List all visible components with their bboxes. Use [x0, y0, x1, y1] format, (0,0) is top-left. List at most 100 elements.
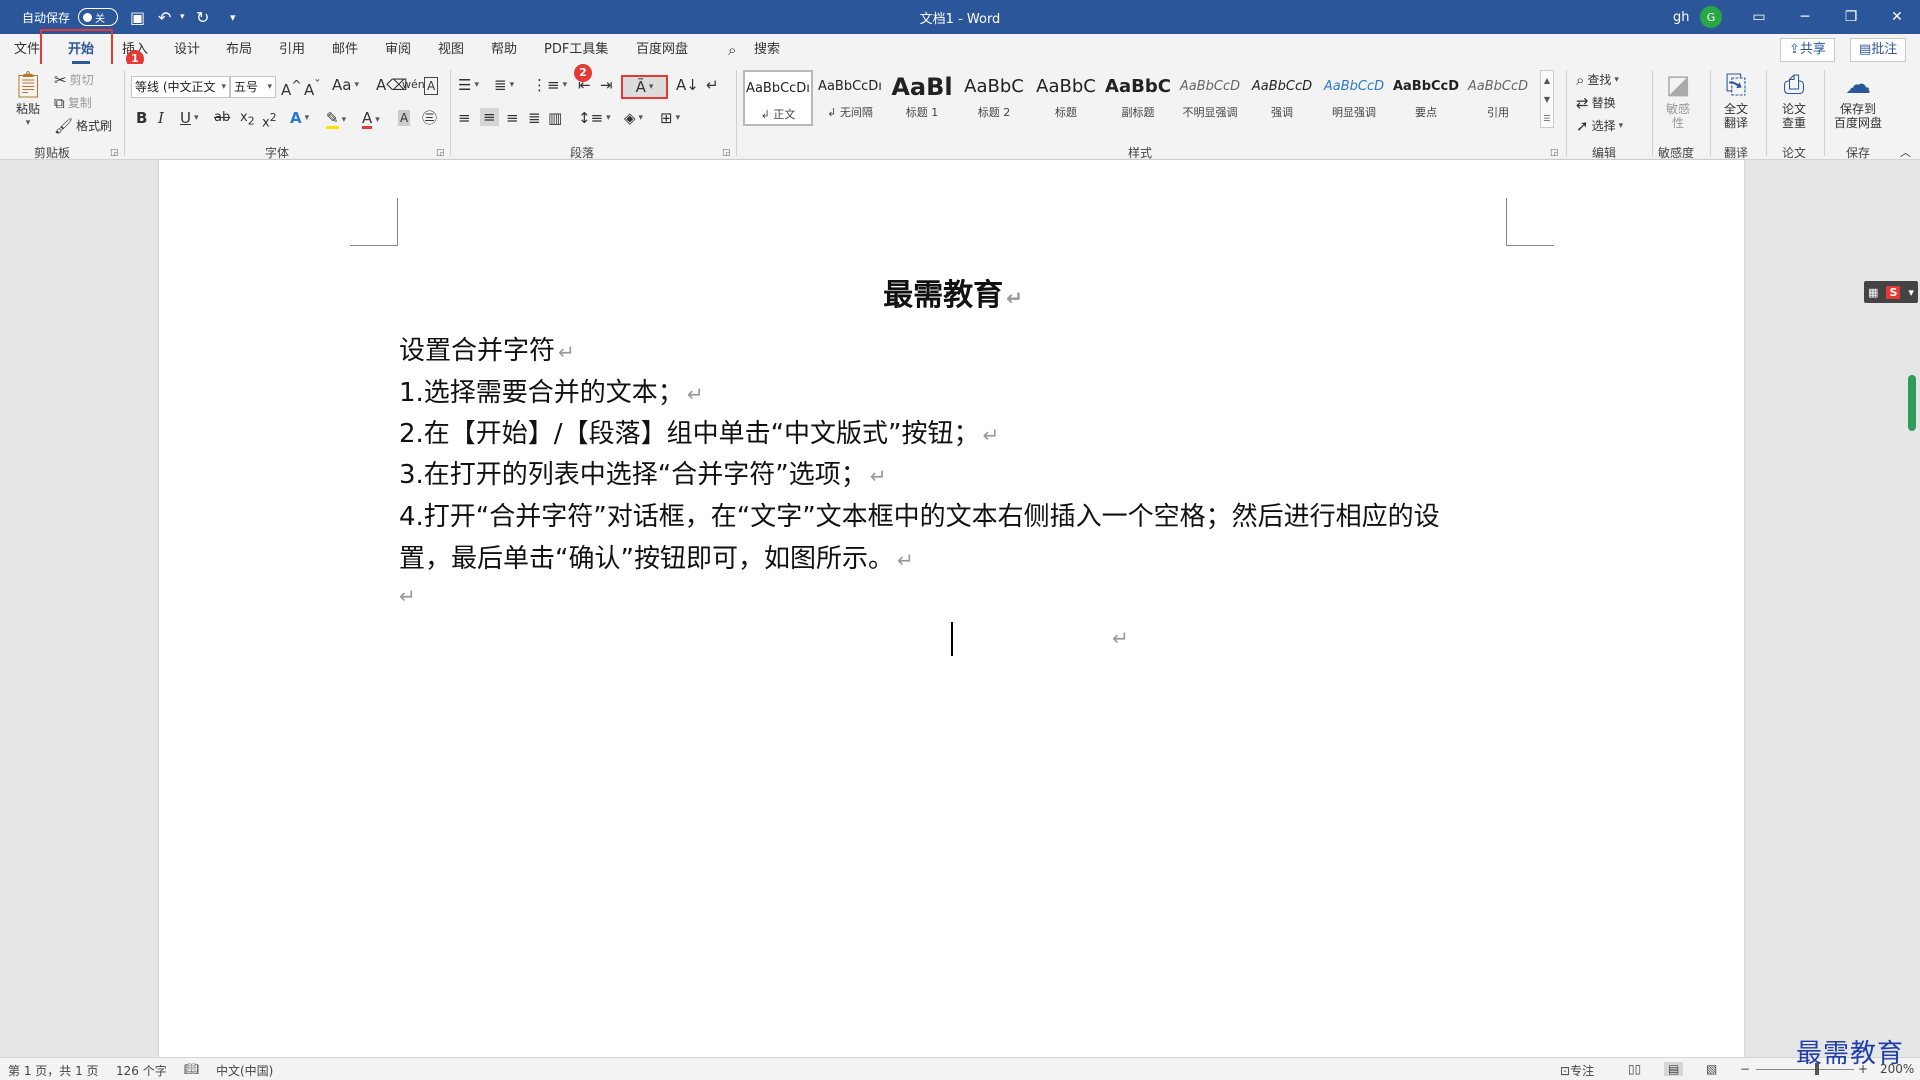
page-count[interactable]: 第 1 页，共 1 页 [8, 1062, 99, 1079]
web-layout-icon[interactable]: ▧ [1706, 1062, 1717, 1076]
autosave-toggle[interactable]: 关 [78, 8, 118, 26]
copy-button[interactable]: ⧉ 复制 [54, 94, 92, 111]
save-to-baidu-button[interactable]: ☁ 保存到 百度网盘 [1828, 68, 1888, 130]
collapse-ribbon-icon[interactable]: ︿ [1900, 144, 1911, 160]
sort-button[interactable]: A↓ [676, 77, 699, 93]
tab-baidu-netdisk[interactable]: 百度网盘 [636, 38, 688, 62]
style-heading-2[interactable]: AaBbC 标题 2 [959, 70, 1029, 126]
search-icon[interactable]: ⌕ [728, 38, 736, 62]
read-mode-icon[interactable]: ▯▯ [1628, 1062, 1641, 1076]
increase-indent-button[interactable]: ⇥ [600, 77, 613, 93]
proofing-icon[interactable]: 📖︎ [184, 1062, 199, 1076]
asian-layout-button[interactable]: Ã ▾ [621, 75, 668, 99]
shading-button[interactable]: ◈ ▾ [624, 110, 643, 126]
strikethrough-button[interactable]: ab [214, 110, 230, 126]
text-effects-button[interactable]: A ▾ [290, 110, 309, 126]
bullets-button[interactable]: ☰ ▾ [458, 77, 479, 93]
align-center-button[interactable]: ≡ [480, 108, 499, 126]
line-spacing-button[interactable]: ↕≡ ▾ [578, 110, 611, 126]
style-title[interactable]: AaBbC 标题 [1031, 70, 1101, 126]
shrink-font-button[interactable]: Aˇ [304, 77, 321, 98]
underline-button[interactable]: U ▾ [180, 110, 199, 126]
centered-empty-paragraph[interactable]: ↵ [1112, 622, 1129, 652]
redo-icon[interactable]: ↻ [196, 0, 209, 34]
multilevel-list-button[interactable]: ⋮≡ ▾ [532, 77, 567, 93]
empty-paragraph[interactable]: ↵ [399, 580, 416, 610]
language-indicator[interactable]: 中文(中国) [216, 1062, 273, 1079]
focus-mode-button[interactable]: ⊡专注 [1560, 1062, 1594, 1079]
close-button[interactable]: ✕ [1874, 0, 1920, 34]
style-subtitle[interactable]: AaBbC 副标题 [1103, 70, 1173, 126]
align-right-button[interactable]: ≡ [506, 110, 519, 126]
highlight-color-button[interactable]: ✎ ▾ [326, 110, 346, 129]
italic-button[interactable]: I [158, 110, 164, 126]
borders-button[interactable]: ⊞ ▾ [660, 110, 680, 126]
share-button[interactable]: ⇪共享 [1780, 38, 1835, 62]
cut-button[interactable]: ✂ 剪切 [54, 71, 94, 88]
paragraph-1[interactable]: 设置合并字符 ↵ [399, 330, 575, 367]
font-size-combo[interactable]: 五号 ▾ [230, 76, 276, 98]
format-painter-button[interactable]: 🖌︎ 格式刷 [54, 117, 112, 134]
subscript-button[interactable]: x2 [240, 110, 255, 130]
style-intense-emphasis[interactable]: AaBbCcD 明显强调 [1319, 70, 1389, 126]
minimize-button[interactable]: ─ [1782, 0, 1828, 34]
find-button[interactable]: ⌕ 查找 ▾ [1576, 71, 1619, 88]
style-subtle-emphasis[interactable]: AaBbCcD 不明显强调 [1175, 70, 1245, 126]
font-color-button[interactable]: A ▾ [362, 110, 380, 129]
paragraph-3[interactable]: 2.在【开始】/【段落】组中单击“中文版式”按钮； ↵ [399, 413, 999, 450]
restore-button[interactable]: ❐ [1828, 0, 1874, 34]
paste-button[interactable]: 📋︎ 粘贴 ▾ [4, 68, 52, 130]
comments-button[interactable]: ▤批注 [1850, 38, 1907, 62]
styles-launcher-icon[interactable]: ◲ [1550, 148, 1559, 158]
character-shading-button[interactable]: A [398, 110, 411, 126]
bold-button[interactable]: B [136, 110, 147, 126]
align-left-button[interactable]: ≡ [458, 110, 471, 126]
tab-pdf-tools[interactable]: PDF工具集 [544, 38, 608, 62]
paragraph-2[interactable]: 1.选择需要合并的文本； ↵ [399, 372, 704, 409]
chevron-up-icon[interactable]: ▲ [1541, 71, 1553, 90]
distributed-button[interactable]: ▥ [548, 110, 562, 126]
paragraph-5-line-1[interactable]: 4.打开“合并字符”对话框，在“文字”文本框中的文本右侧插入一个空格；然后进行相… [399, 496, 1440, 533]
show-formatting-marks-button[interactable]: ↵ [706, 77, 719, 93]
clipboard-launcher-icon[interactable]: ◲ [110, 148, 119, 158]
search-label[interactable]: 搜索 [754, 38, 780, 62]
style-strong[interactable]: AaBbCcD 要点 [1391, 70, 1461, 126]
document-page[interactable]: 最需教育 ↵ 设置合并字符 ↵ 1.选择需要合并的文本； ↵ 2.在【开始】/【段落】… [159, 160, 1744, 1057]
grow-font-button[interactable]: A^ [281, 77, 302, 98]
font-name-combo[interactable]: 等线 (中文正文 ▾ [131, 76, 230, 98]
replace-button[interactable]: ⇄ 替换 [1576, 94, 1616, 111]
tab-help[interactable]: 帮助 [491, 38, 517, 62]
font-launcher-icon[interactable]: ◲ [436, 148, 445, 158]
word-count[interactable]: 126 个字 [116, 1062, 167, 1079]
avatar[interactable]: G [1700, 6, 1722, 28]
sogou-ime-icon[interactable]: S [1886, 285, 1901, 299]
tab-layout[interactable]: 布局 [226, 38, 252, 62]
more-icon[interactable]: ☰ [1541, 109, 1553, 128]
sensitivity-button[interactable]: ◪ 敏感性 [1652, 68, 1704, 130]
numbering-button[interactable]: ≣ ▾ [494, 77, 514, 93]
user-name[interactable]: gh [1673, 0, 1690, 34]
superscript-button[interactable]: x2 [262, 110, 277, 131]
ime-menu-icon[interactable]: ▾ [1908, 286, 1914, 299]
tab-design[interactable]: 设计 [174, 38, 200, 62]
document-area[interactable]: 最需教育 ↵ 设置合并字符 ↵ 1.选择需要合并的文本； ↵ 2.在【开始】/【段落】… [0, 160, 1920, 1057]
paragraph-5-line-2[interactable]: 置，最后单击“确认”按钮即可，如图所示。 ↵ [399, 538, 914, 575]
tab-file[interactable]: 文件 [14, 38, 40, 62]
style-no-spacing[interactable]: AaBbCcDı ↲ 无间隔 [815, 70, 885, 126]
undo-dropdown-icon[interactable]: ▾ [180, 0, 185, 34]
keyboard-icon[interactable]: ▦ [1868, 286, 1878, 299]
zoom-out-icon[interactable]: − [1740, 1062, 1750, 1076]
print-layout-icon[interactable]: ▤ [1664, 1062, 1684, 1076]
paragraph-4[interactable]: 3.在打开的列表中选择“合并字符”选项； ↵ [399, 454, 887, 491]
save-icon[interactable]: ▣ [130, 0, 145, 34]
enclose-characters-button[interactable]: ㊂ [422, 110, 437, 126]
tab-review[interactable]: 审阅 [385, 38, 411, 62]
justify-button[interactable]: ≣ [528, 110, 541, 126]
tab-references[interactable]: 引用 [279, 38, 305, 62]
character-border-button[interactable]: A [424, 77, 439, 95]
paragraph-launcher-icon[interactable]: ◲ [722, 148, 731, 158]
tab-mailings[interactable]: 邮件 [332, 38, 358, 62]
ime-toolbar[interactable]: ▦ S ▾ [1864, 281, 1918, 303]
change-case-button[interactable]: Aa ▾ [332, 77, 359, 93]
document-heading[interactable]: 最需教育 ↵ [399, 270, 1507, 314]
